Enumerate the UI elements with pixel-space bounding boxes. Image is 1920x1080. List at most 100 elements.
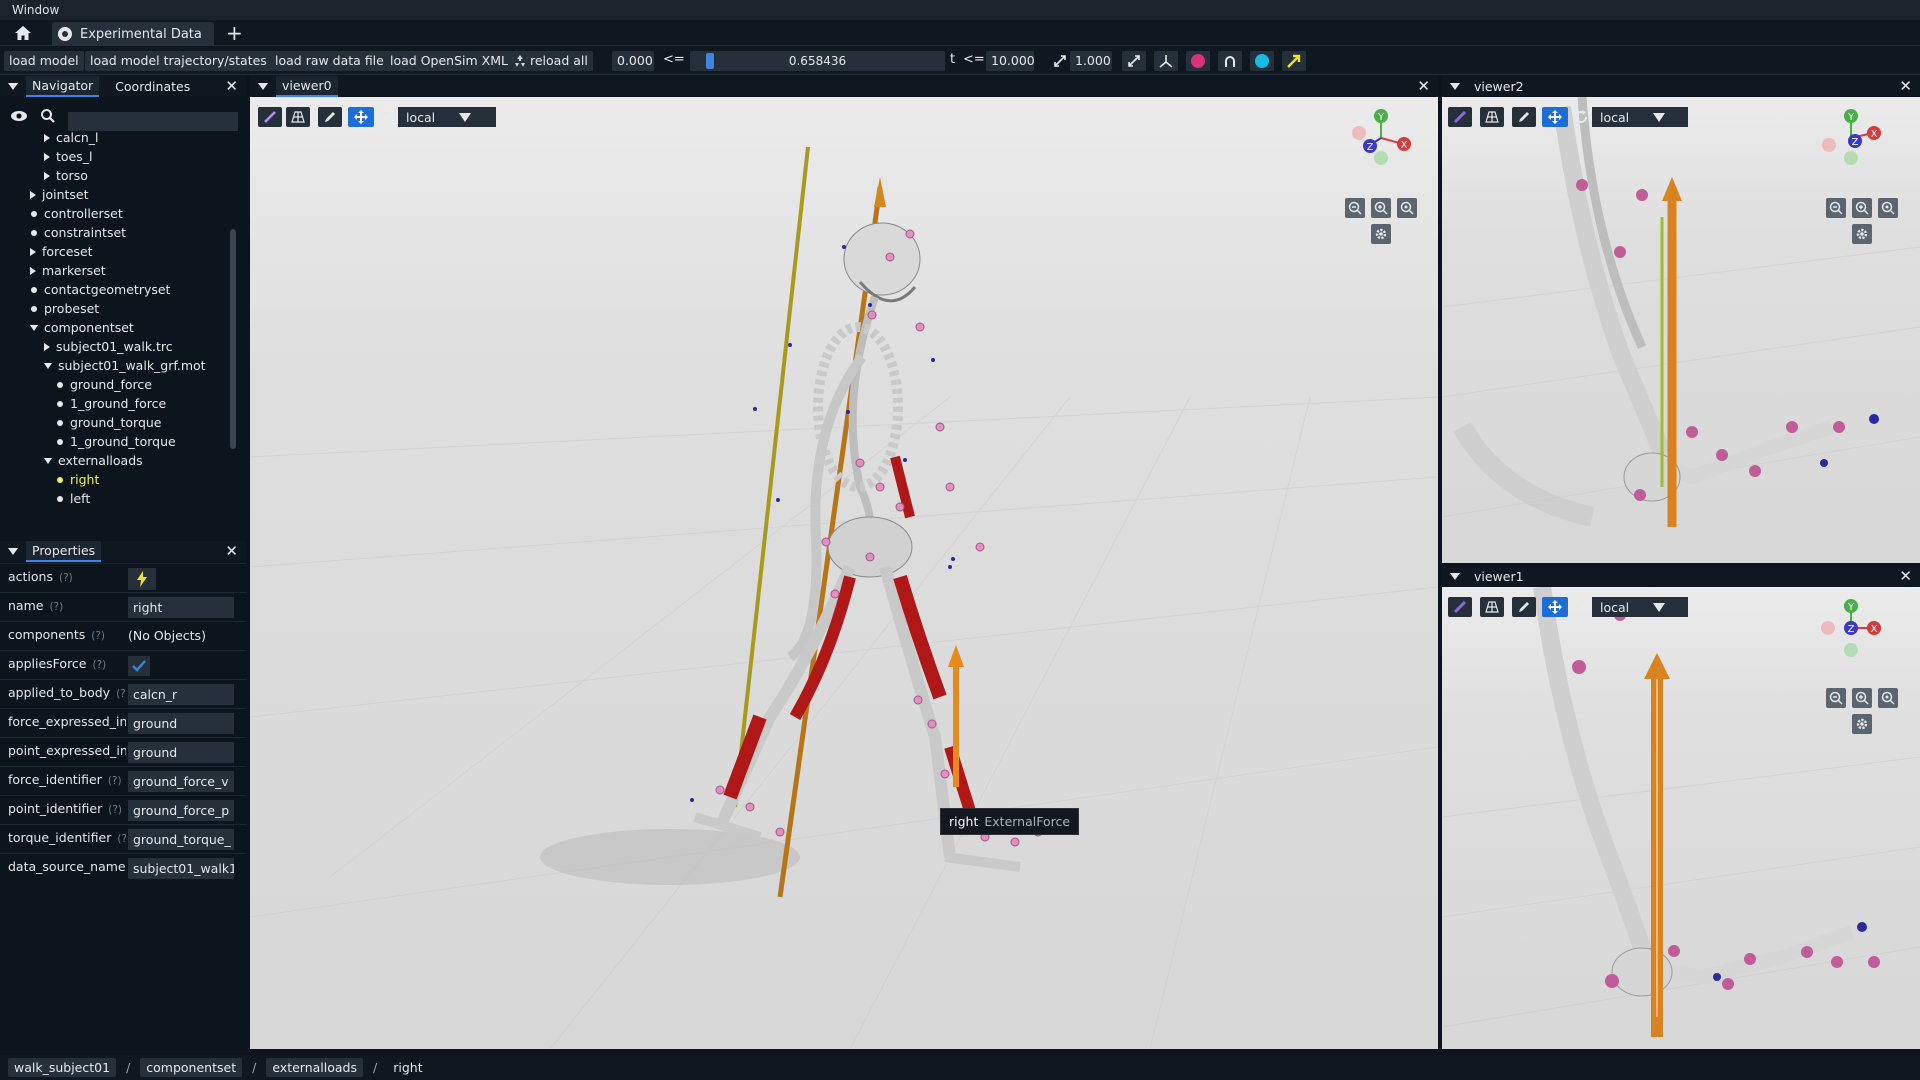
property-value-field[interactable]: ground_force_p [128, 800, 234, 821]
collapse-triangle-icon[interactable] [8, 547, 18, 555]
tab-viewer2[interactable]: viewer2 [1468, 77, 1530, 96]
breadcrumb-item[interactable]: walk_subject01 [8, 1058, 117, 1077]
tree-item[interactable]: subject01_walk.trc [44, 337, 173, 356]
perspective-button[interactable] [286, 107, 310, 127]
tree-item[interactable]: subject01_walk_grf.mot [44, 356, 206, 375]
load-trajectory-button[interactable]: load model trajectory/states [85, 51, 272, 71]
zoom-in-button[interactable] [1852, 198, 1872, 218]
property-value-field[interactable]: calcn_r [128, 684, 234, 705]
zoom-fit-button[interactable] [1878, 688, 1898, 708]
reload-all-button[interactable]: reload all [508, 51, 593, 71]
leg-model[interactable] [1533, 587, 1855, 997]
actions-button[interactable] [128, 568, 156, 590]
skeleton-model[interactable] [693, 222, 1021, 872]
close-viewer1-icon[interactable]: ✕ [1899, 567, 1912, 585]
collapse-triangle-icon[interactable] [1450, 82, 1460, 90]
time-max-field[interactable]: 10.000 [986, 51, 1035, 71]
force-toggle-button[interactable] [1282, 51, 1306, 71]
tree-item[interactable]: ground_force [56, 375, 152, 394]
help-marker[interactable]: (?) [59, 572, 73, 584]
home-button[interactable] [10, 23, 36, 43]
viewer-settings-button[interactable] [1371, 224, 1391, 244]
speed-icon-button[interactable] [1051, 51, 1069, 71]
add-tab-button[interactable]: + [226, 21, 243, 45]
time-min-field[interactable]: 0.000 [612, 51, 654, 71]
sphere-toggle-button[interactable] [1250, 51, 1274, 71]
viewer1-canvas[interactable]: local Y X Z [1442, 587, 1920, 1049]
edit-button[interactable] [1512, 597, 1536, 617]
help-marker[interactable]: (?) [108, 775, 122, 787]
navigator-scrollbar[interactable] [230, 229, 236, 449]
rotate-button[interactable] [376, 107, 398, 127]
property-value-field[interactable]: subject01_walk1 [128, 858, 234, 879]
tree-item[interactable]: ground_torque [56, 413, 162, 432]
tree-item[interactable]: contactgeometryset [30, 280, 170, 299]
collapse-triangle-icon[interactable] [258, 82, 268, 90]
perspective-button[interactable] [1480, 107, 1504, 127]
axes-gizmo[interactable]: Y X Z [1820, 597, 1882, 659]
frame-dropdown[interactable]: local [398, 107, 496, 127]
property-value-field[interactable]: ground [128, 713, 234, 734]
tree-item[interactable]: externalloads [44, 451, 143, 470]
perspective-button[interactable] [1480, 597, 1504, 617]
measure-button[interactable] [1448, 107, 1472, 127]
collapse-triangle-icon[interactable] [8, 82, 18, 90]
rotate-button[interactable] [1570, 107, 1592, 127]
breadcrumb-item[interactable]: externalloads [266, 1058, 363, 1077]
tab-experimental-data[interactable]: Experimental Data [52, 22, 214, 46]
tab-coordinates[interactable]: Coordinates [109, 77, 196, 96]
tree-item[interactable]: torso [44, 166, 88, 185]
contact-toggle-button[interactable] [1218, 51, 1242, 71]
leg-model[interactable] [1553, 97, 1835, 502]
tree-item[interactable]: constraintset [30, 223, 126, 242]
property-value-field[interactable]: right [128, 597, 234, 618]
breadcrumb-item[interactable]: componentset [140, 1058, 243, 1077]
help-marker[interactable]: (?) [91, 630, 105, 642]
tree-item[interactable]: forceset [30, 242, 93, 261]
tree-item[interactable]: jointset [30, 185, 89, 204]
viewer0-canvas[interactable]: local Y X Z right ExternalForce [250, 97, 1438, 1049]
marker-toggle-button[interactable] [1186, 51, 1210, 71]
tree-item[interactable]: probeset [30, 299, 99, 318]
tree-item[interactable]: calcn_l [44, 128, 99, 147]
tree-item[interactable]: left [56, 489, 90, 508]
frame-dropdown[interactable]: local [1592, 107, 1688, 127]
help-marker[interactable]: (?) [117, 833, 126, 845]
help-marker[interactable]: (?) [108, 804, 122, 816]
tree-item[interactable]: right [56, 470, 99, 489]
load-raw-data-button[interactable]: load raw data file [270, 51, 389, 71]
time-slider[interactable]: 0.658436 [690, 51, 945, 71]
tab-viewer1[interactable]: viewer1 [1468, 567, 1530, 586]
tree-item[interactable]: componentset [30, 318, 134, 337]
close-properties-icon[interactable]: ✕ [225, 542, 238, 560]
help-marker[interactable]: (?) [116, 688, 126, 700]
help-marker[interactable]: (?) [93, 659, 107, 671]
viewer2-canvas[interactable]: local Y X Z [1442, 97, 1920, 563]
tree-item[interactable]: 1_ground_torque [56, 432, 176, 451]
translate-button[interactable] [1542, 597, 1568, 617]
applies-force-checkbox[interactable] [128, 656, 150, 676]
zoom-out-button[interactable] [1826, 688, 1846, 708]
axes-gizmo[interactable]: Y X Z [1820, 107, 1882, 169]
edit-button[interactable] [1512, 107, 1536, 127]
frame-dropdown[interactable]: local [1592, 597, 1688, 617]
tree-item[interactable]: markerset [30, 261, 106, 280]
tab-viewer0[interactable]: viewer0 [276, 75, 338, 97]
tree-item[interactable]: toes_l [44, 147, 92, 166]
measure-button[interactable] [1448, 597, 1472, 617]
zoom-in-button[interactable] [1371, 198, 1391, 218]
zoom-out-button[interactable] [1826, 198, 1846, 218]
tab-navigator[interactable]: Navigator [26, 75, 100, 97]
fullscreen-button[interactable] [1122, 51, 1146, 71]
property-value-field[interactable]: ground [128, 742, 234, 763]
help-marker[interactable]: (?) [49, 601, 63, 613]
property-value-field[interactable]: ground_force_v [128, 771, 234, 792]
eye-icon[interactable] [10, 110, 28, 122]
viewer-settings-button[interactable] [1852, 714, 1872, 734]
zoom-out-button[interactable] [1345, 198, 1365, 218]
close-viewer0-icon[interactable]: ✕ [1417, 77, 1430, 95]
viewer-settings-button[interactable] [1852, 224, 1872, 244]
close-viewer2-icon[interactable]: ✕ [1899, 77, 1912, 95]
translate-button[interactable] [348, 107, 374, 127]
breadcrumb-item[interactable]: right [387, 1058, 428, 1077]
